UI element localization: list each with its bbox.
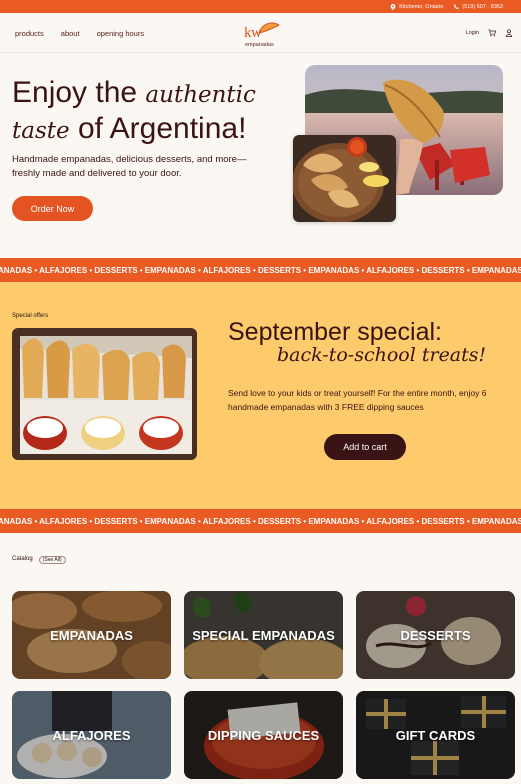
special-offer-photo — [12, 328, 197, 460]
catalog-tile-label: DESSERTS — [400, 627, 471, 643]
user-icon[interactable] — [505, 29, 513, 37]
main-nav: products about opening hours kw empanada… — [0, 13, 521, 53]
catalog-header: Catalog (See All) — [12, 556, 66, 564]
hero-title-script2: taste — [12, 118, 70, 144]
top-info-bar: Kitchener, Ontario (519) 507 - 8353 — [0, 0, 521, 13]
special-description: Send love to your kids or treat yourself… — [228, 388, 487, 412]
location-info: Kitchener, Ontario — [390, 3, 444, 10]
login-link[interactable]: Login — [466, 30, 479, 36]
nav-actions: Login — [466, 29, 513, 37]
phone-info[interactable]: (519) 507 - 8353 — [453, 4, 503, 10]
logo[interactable]: kw empanadas — [239, 20, 285, 50]
hero-subtitle: Handmade empanadas, delicious desserts, … — [12, 154, 247, 179]
catalog-tile-label: ALFAJORES — [52, 727, 131, 743]
hero-title: Enjoy the authentic taste of Argentina! — [12, 76, 292, 148]
catalog-heading: Catalog — [12, 556, 33, 562]
category-ticker-bottom: ANADAS • ALFAJORES • DESSERTS • EMPANADA… — [0, 509, 521, 533]
special-offers-label: Special offers — [12, 313, 49, 319]
cart-icon[interactable] — [488, 29, 496, 37]
order-now-button[interactable]: Order Now — [12, 196, 93, 221]
catalog-tile-label: DIPPING SAUCES — [207, 727, 320, 743]
catalog-tile-label: GIFT CARDS — [395, 727, 476, 743]
catalog-tile-alfajores[interactable]: ALFAJORES — [12, 691, 171, 779]
logo-main: kw — [244, 25, 262, 41]
hero-title-script1: authentic — [145, 82, 256, 108]
ticker-text: ANADAS • ALFAJORES • DESSERTS • EMPANADA… — [0, 265, 521, 275]
catalog-tile-empanadas[interactable]: EMPANADAS — [12, 591, 171, 679]
catalog-tile-desserts[interactable]: DESSERTS — [356, 591, 515, 679]
nav-link-opening-hours[interactable]: opening hours — [97, 29, 145, 38]
catalog-tile-dipping-sauces[interactable]: DIPPING SAUCES — [184, 691, 343, 779]
catalog-tile-gift-cards[interactable]: GIFT CARDS — [356, 691, 515, 779]
ticker-text: ANADAS • ALFAJORES • DESSERTS • EMPANADA… — [0, 516, 521, 526]
hero-empanadas-board-photo — [293, 135, 396, 222]
catalog-tile-label: SPECIAL EMPANADAS — [192, 627, 335, 643]
catalog-tile-special-empanadas[interactable]: SPECIAL EMPANADAS — [184, 591, 343, 679]
location-text: Kitchener, Ontario — [399, 3, 444, 10]
nav-links: products about opening hours — [15, 29, 144, 38]
phone-icon — [454, 4, 459, 9]
add-to-cart-button[interactable]: Add to cart — [324, 434, 406, 460]
special-script-subtitle: back-to-school treats! — [277, 344, 487, 366]
hero-title-part2: of Argentina! — [69, 112, 247, 145]
catalog-tile-label: EMPANADAS — [50, 627, 133, 643]
nav-link-products[interactable]: products — [15, 29, 44, 38]
phone-text: (519) 507 - 8353 — [462, 3, 503, 10]
nav-link-about[interactable]: about — [61, 29, 80, 38]
category-ticker-top: ANADAS • ALFAJORES • DESSERTS • EMPANADA… — [0, 258, 521, 282]
see-all-link[interactable]: (See All) — [38, 556, 66, 564]
special-offer-section: Special offers September special: back-t… — [0, 282, 521, 509]
logo-sub: empanadas — [245, 42, 274, 48]
special-title: September special: — [228, 318, 443, 346]
location-pin-icon — [390, 3, 396, 10]
hero-title-part1: Enjoy the — [12, 76, 146, 109]
